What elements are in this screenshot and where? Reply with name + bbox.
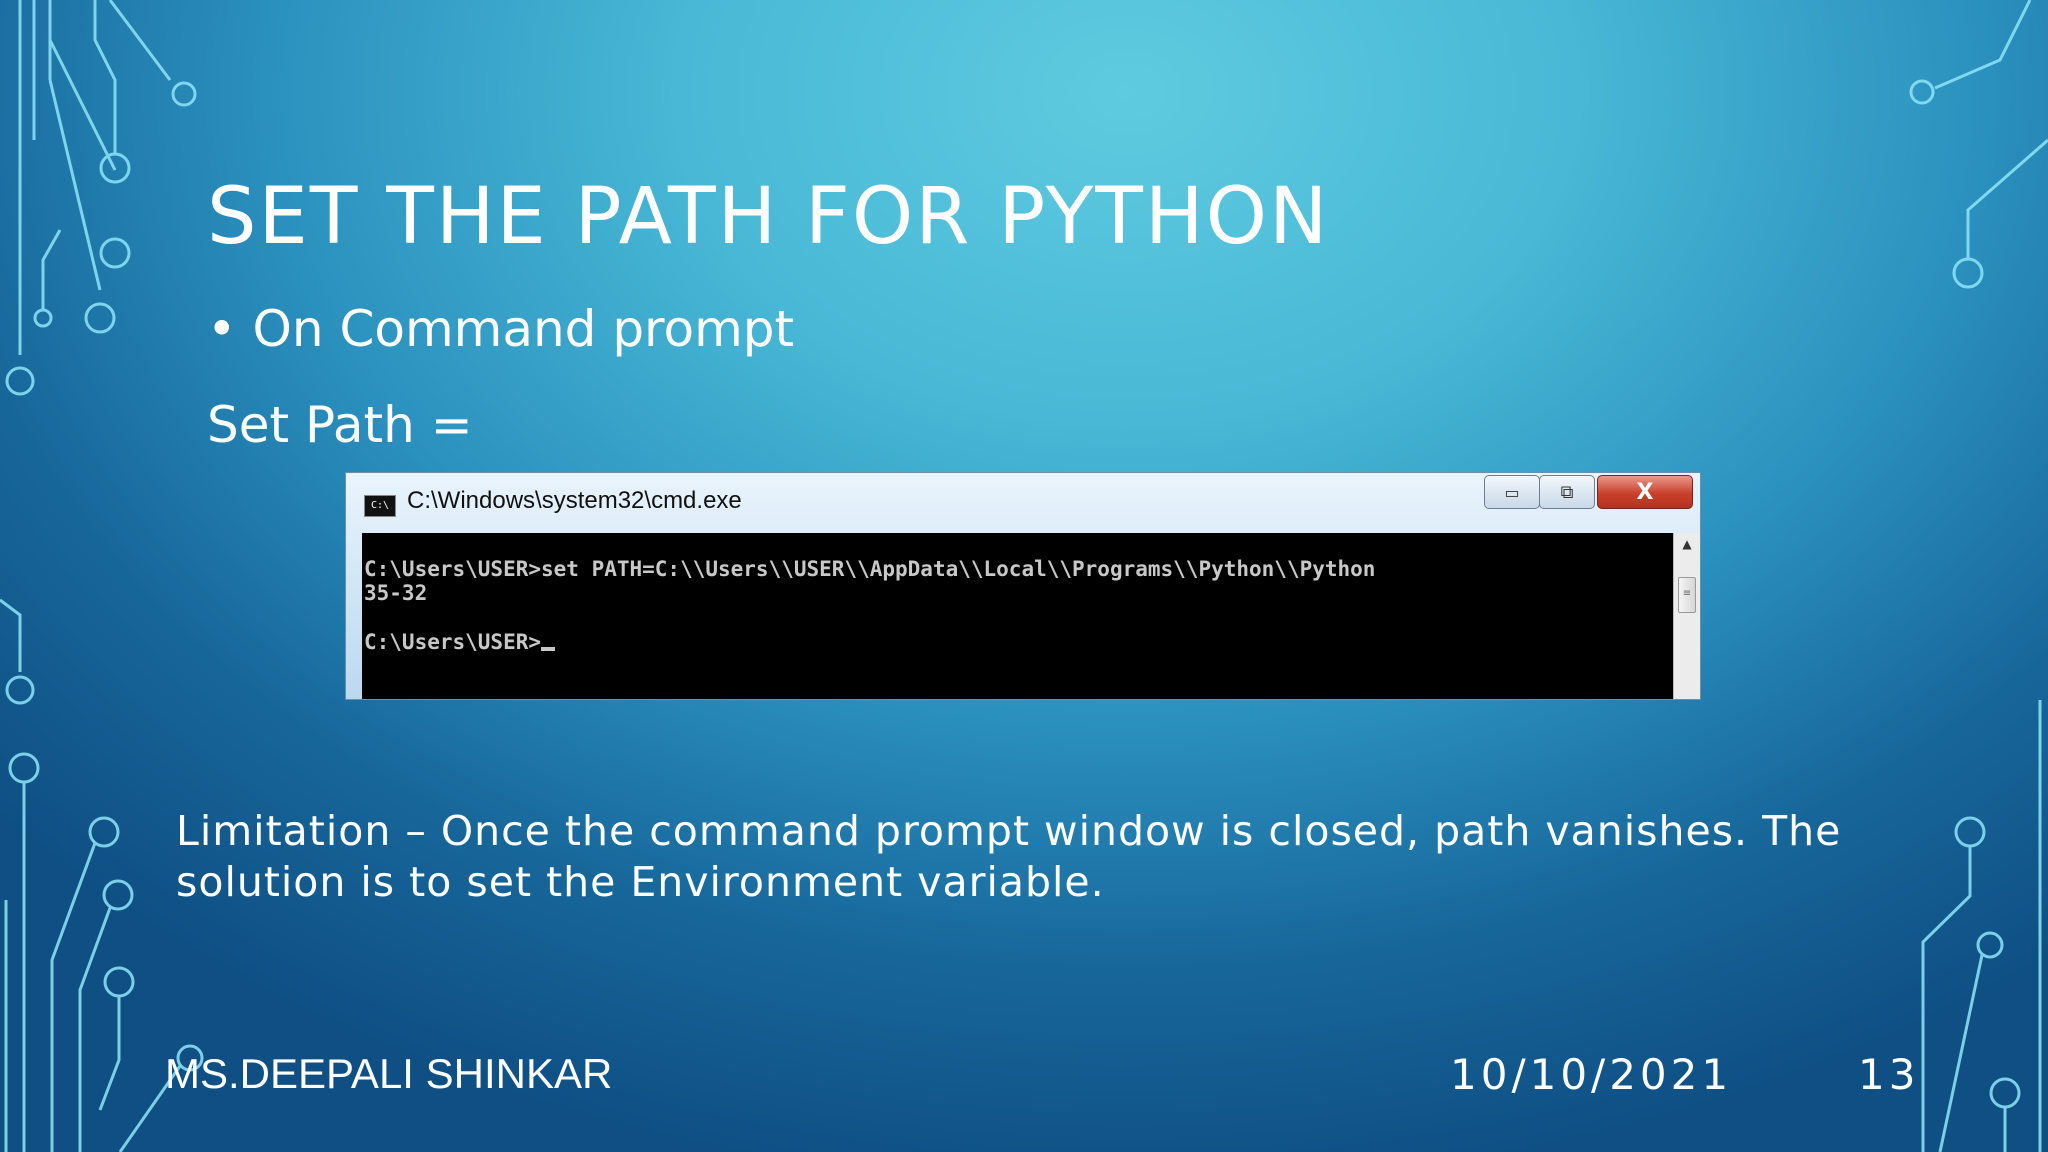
- bullet-text: On Command prompt: [252, 300, 795, 358]
- slide-title: SET THE PATH FOR PYTHON: [207, 172, 1330, 262]
- cmd-window-screenshot: C:\ C:\Windows\system32\cmd.exe ▭ ⧉ X C:…: [345, 472, 1701, 700]
- set-path-text: Set Path =: [207, 396, 473, 454]
- maximize-icon: ⧉: [1560, 481, 1574, 503]
- console-line: C:\Users\USER>set PATH=C:\\Users\\USER\\…: [364, 557, 1376, 581]
- minimize-icon: ▭: [1504, 482, 1520, 502]
- cmd-titlebar: C:\ C:\Windows\system32\cmd.exe ▭ ⧉ X: [346, 473, 1700, 533]
- close-button[interactable]: X: [1597, 475, 1693, 509]
- limitation-text: Limitation – Once the command prompt win…: [176, 807, 1842, 906]
- bullet-dot: •: [207, 300, 237, 358]
- console-prompt-text: C:\Users\USER>: [364, 630, 542, 654]
- vertical-scrollbar[interactable]: ▲ ≡: [1673, 533, 1700, 699]
- maximize-button[interactable]: ⧉: [1539, 475, 1595, 509]
- footer-author: MS.DEEPALI SHINKAR: [165, 1050, 613, 1097]
- page-number: 13: [1858, 1050, 1920, 1099]
- console-line: 35-32: [364, 581, 428, 605]
- footer-date: 10/10/2021: [1450, 1050, 1733, 1099]
- cmd-icon: C:\: [364, 495, 396, 517]
- bullet-item: • On Command prompt: [207, 300, 794, 358]
- text-cursor: [541, 629, 556, 651]
- console-output[interactable]: C:\Users\USER>set PATH=C:\\Users\\USER\\…: [362, 533, 1700, 699]
- minimize-button[interactable]: ▭: [1484, 475, 1540, 509]
- console-prompt: C:\Users\USER>: [364, 629, 556, 654]
- scroll-thumb[interactable]: ≡: [1678, 577, 1696, 613]
- cmd-window-title: C:\Windows\system32\cmd.exe: [407, 487, 742, 514]
- scroll-up-arrow-icon[interactable]: ▲: [1674, 537, 1700, 551]
- close-icon: X: [1636, 479, 1654, 505]
